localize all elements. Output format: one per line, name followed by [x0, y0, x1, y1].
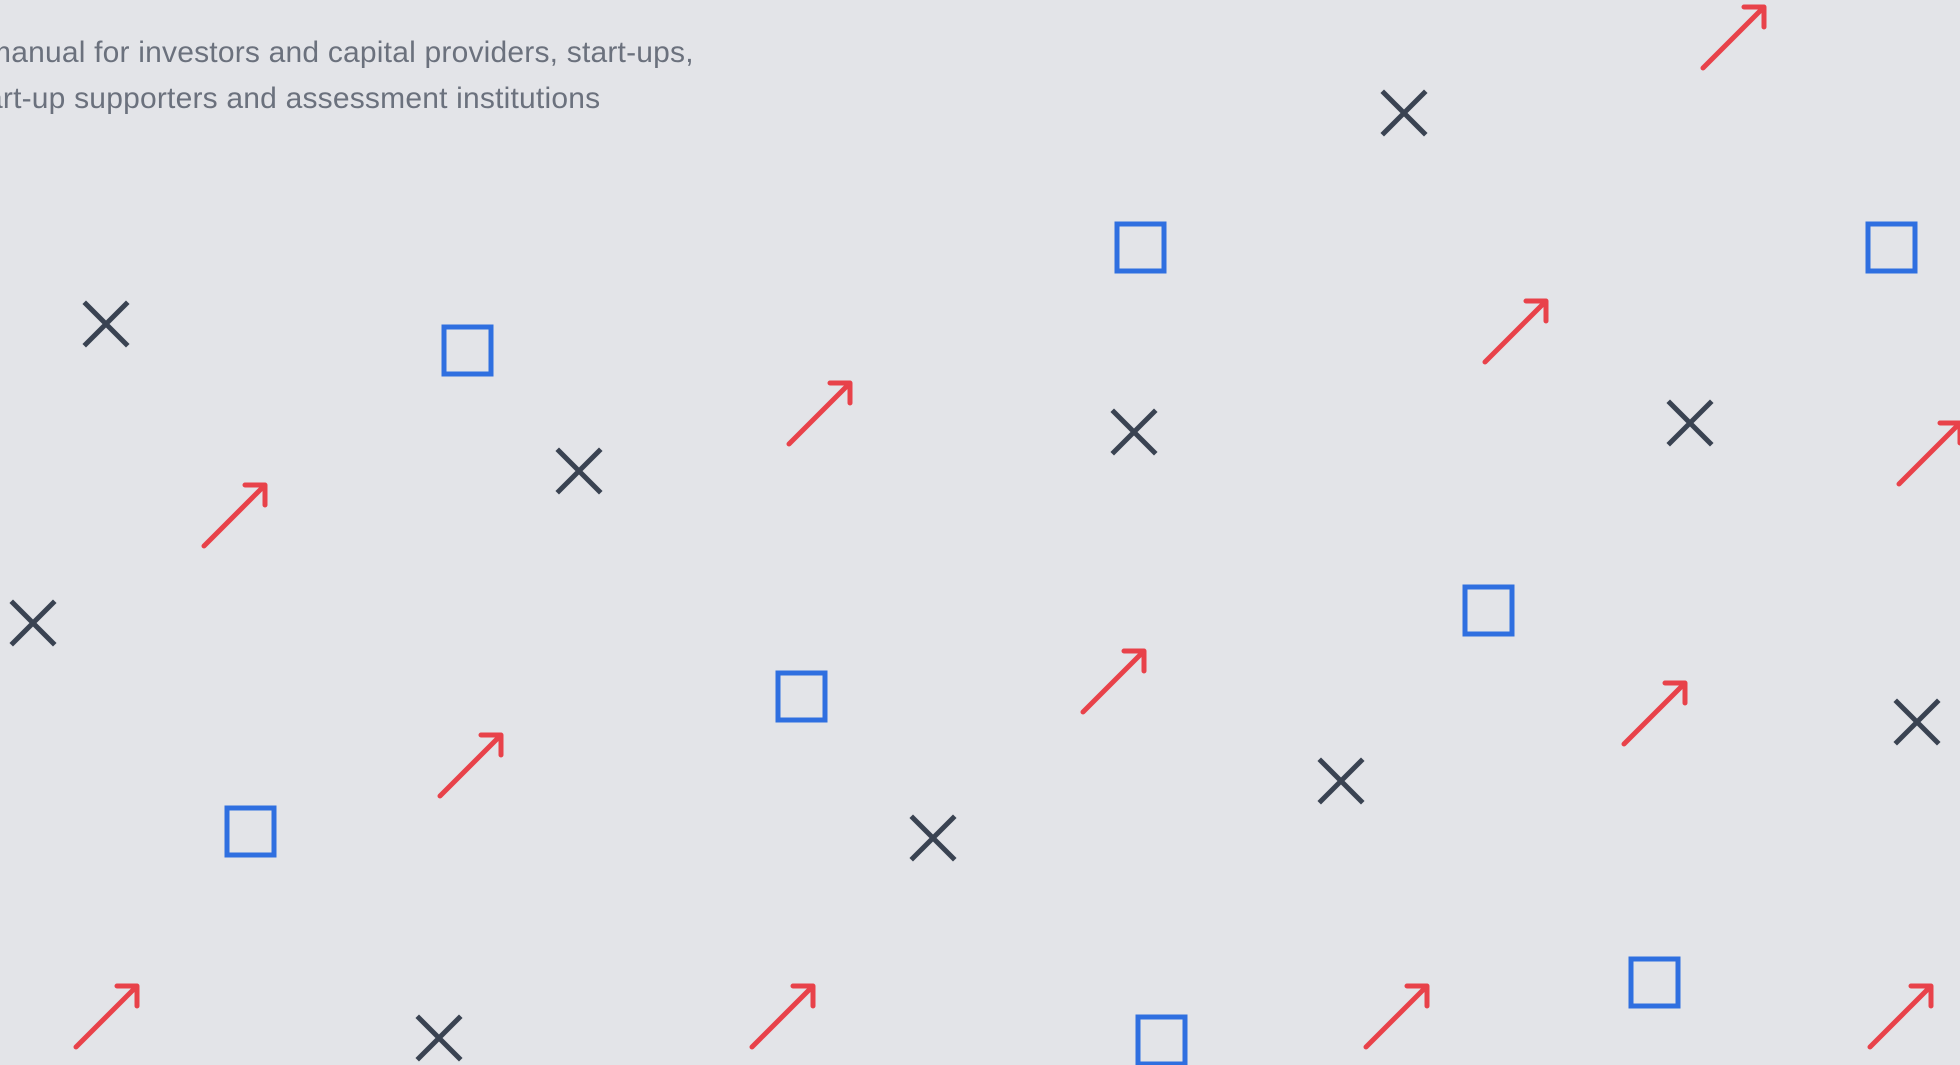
shape-pattern	[9, 4, 1960, 1065]
arrow-up-right-icon	[786, 380, 853, 447]
arrow-up-right-icon	[1363, 983, 1430, 1050]
arrow-up-right-icon	[1896, 420, 1960, 487]
arrow-up-right-icon	[1867, 983, 1934, 1050]
square-icon	[775, 670, 828, 723]
square-icon	[1628, 956, 1681, 1009]
square-icon	[441, 324, 494, 377]
arrow-up-right-icon	[1621, 680, 1688, 747]
decorative-hero: manual for investors and capital provide…	[0, 0, 1960, 1065]
cross-icon	[415, 1014, 463, 1062]
square-icon	[1114, 221, 1167, 274]
arrow-up-right-icon	[201, 482, 268, 549]
cross-icon	[1666, 399, 1714, 447]
square-icon	[1462, 584, 1515, 637]
square-icon	[1865, 221, 1918, 274]
cross-icon	[555, 447, 603, 495]
arrow-up-right-icon	[749, 983, 816, 1050]
cross-icon	[82, 300, 130, 348]
arrow-up-right-icon	[1700, 4, 1767, 71]
cross-icon	[909, 814, 957, 862]
cross-icon	[1110, 408, 1158, 456]
cross-icon	[1893, 698, 1941, 746]
square-icon	[1135, 1014, 1188, 1065]
arrow-up-right-icon	[1080, 648, 1147, 715]
cross-icon	[9, 599, 57, 647]
cross-icon	[1380, 89, 1428, 137]
square-icon	[224, 805, 277, 858]
arrow-up-right-icon	[73, 983, 140, 1050]
cross-icon	[1317, 757, 1365, 805]
arrow-up-right-icon	[437, 732, 504, 799]
arrow-up-right-icon	[1482, 298, 1549, 365]
